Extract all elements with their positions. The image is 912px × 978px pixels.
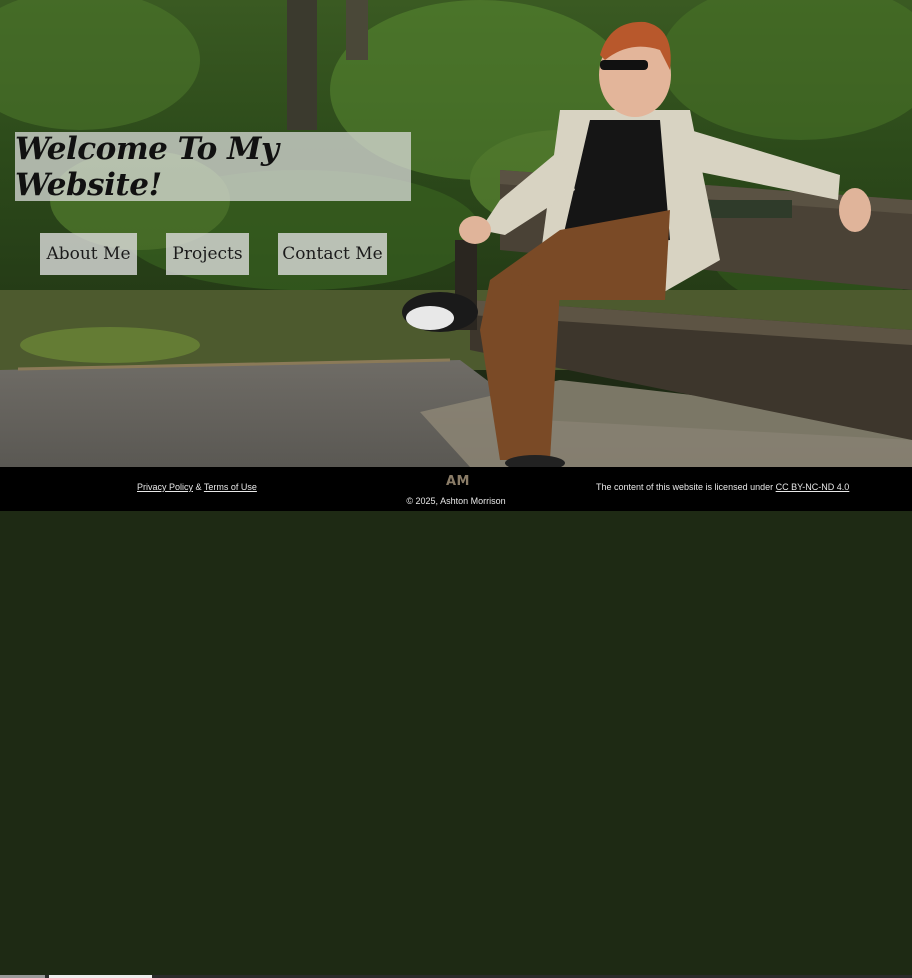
footer-ampersand: &	[195, 482, 202, 492]
privacy-policy-link[interactable]: Privacy Policy	[137, 482, 193, 492]
contact-me-button[interactable]: Contact Me	[278, 233, 387, 275]
license-text: The content of this website is licensed …	[596, 482, 774, 492]
footer-logo[interactable]: AM	[446, 474, 470, 489]
about-me-button[interactable]: About Me	[40, 233, 137, 275]
footer-legal-links: Privacy Policy & Terms of Use	[137, 482, 257, 492]
footer-copyright: © 2025, Ashton Morrison	[406, 496, 506, 506]
footer-license: The content of this website is licensed …	[596, 482, 849, 492]
hero-title-box: Welcome To My Website!	[15, 130, 411, 203]
site-footer: Privacy Policy & Terms of Use AM © 2025,…	[0, 467, 912, 978]
page-title: Welcome To My Website!	[15, 130, 279, 203]
projects-button[interactable]: Projects	[166, 233, 249, 275]
terms-of-use-link[interactable]: Terms of Use	[204, 482, 257, 492]
license-link[interactable]: CC BY-NC-ND 4.0	[776, 482, 850, 492]
